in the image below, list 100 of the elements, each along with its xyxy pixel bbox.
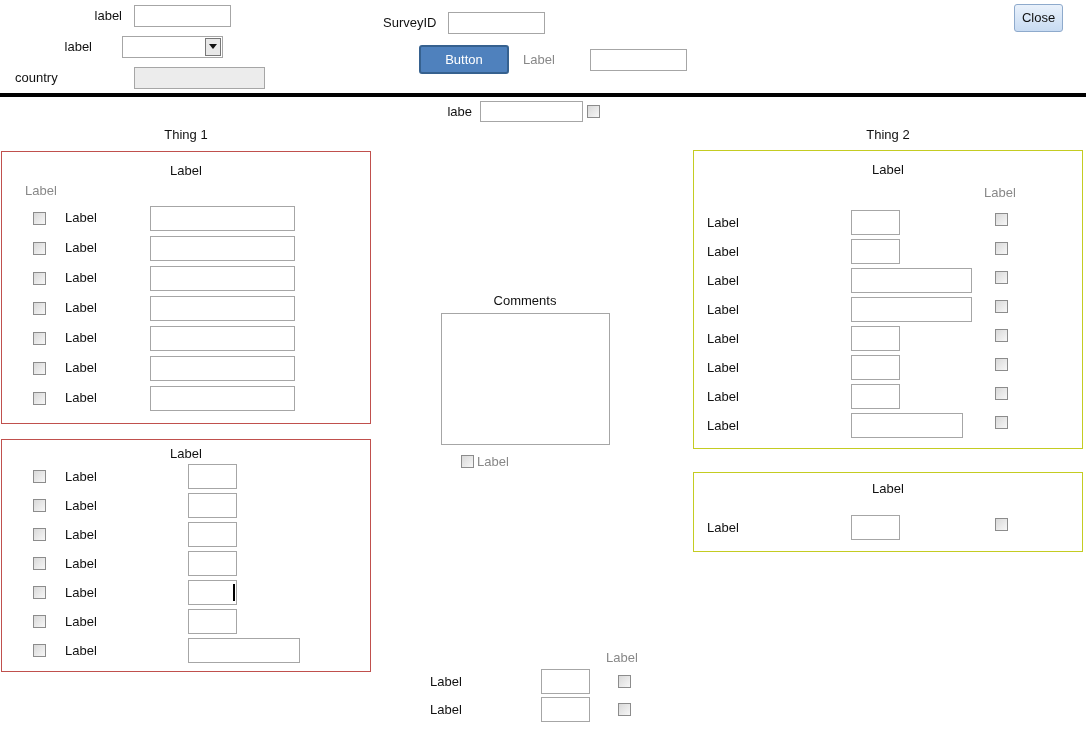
text-field[interactable] (541, 669, 590, 694)
row-label: Label (707, 213, 740, 232)
text-field[interactable] (851, 239, 900, 264)
checkbox[interactable] (33, 615, 46, 628)
row-label: Label (707, 329, 740, 348)
checkbox[interactable] (33, 644, 46, 657)
text-field[interactable] (188, 493, 237, 518)
checkbox[interactable] (995, 387, 1008, 400)
row-label: Label (65, 359, 98, 378)
row-label: Label (65, 554, 98, 573)
checkbox[interactable] (618, 703, 631, 716)
text-field[interactable] (851, 210, 900, 235)
section-title: Thing 2 (865, 126, 911, 143)
checkbox[interactable] (995, 242, 1008, 255)
checkbox[interactable] (618, 675, 631, 688)
text-field[interactable] (480, 101, 583, 122)
text-field[interactable] (188, 522, 237, 547)
checkbox[interactable] (33, 241, 46, 255)
field-label: label (63, 37, 92, 56)
checkbox[interactable] (995, 271, 1008, 284)
text-field[interactable] (188, 638, 300, 663)
text-field[interactable] (188, 464, 237, 489)
text-field[interactable] (851, 413, 963, 438)
checkbox[interactable] (33, 331, 46, 345)
checkbox[interactable] (995, 300, 1008, 313)
column-header: Label (984, 184, 1016, 203)
row-label: Label (430, 672, 463, 691)
column-header: Label (606, 648, 638, 667)
row-label: Label (707, 387, 740, 406)
row-label: Label (65, 496, 98, 515)
row-label: Label (65, 299, 98, 318)
panel-title: Label (872, 161, 904, 178)
checkbox[interactable] (995, 416, 1008, 429)
checkbox[interactable] (33, 499, 46, 512)
checkbox[interactable] (33, 557, 46, 570)
text-field[interactable] (134, 4, 231, 27)
text-field[interactable] (851, 326, 900, 351)
panel-title: Label (170, 162, 202, 179)
checkbox[interactable] (33, 301, 46, 315)
text-field[interactable] (150, 325, 295, 351)
text-field[interactable] (150, 235, 295, 261)
text-field[interactable] (150, 265, 295, 291)
checkbox[interactable] (995, 358, 1008, 371)
text-field[interactable] (851, 268, 972, 293)
row-label: Label (65, 641, 98, 660)
button[interactable]: Button (419, 45, 509, 74)
comments-field[interactable] (441, 313, 610, 445)
text-field[interactable] (150, 205, 295, 231)
checkbox[interactable] (461, 455, 474, 469)
checkbox[interactable] (33, 470, 46, 483)
row-label: Label (65, 269, 98, 288)
field-label: country (14, 68, 59, 87)
text-field[interactable] (188, 551, 237, 576)
checkbox[interactable] (33, 271, 46, 285)
field-label: labe (446, 102, 473, 121)
checkbox[interactable] (33, 391, 46, 405)
text-field[interactable] (150, 295, 295, 321)
checkbox[interactable] (995, 518, 1008, 531)
text-field[interactable] (851, 297, 972, 322)
text-field[interactable] (150, 355, 295, 381)
row-label: Label (65, 583, 98, 602)
row-label: Label (707, 271, 740, 290)
row-label: Label (65, 467, 98, 486)
dropdown-field[interactable] (122, 35, 223, 58)
section-title: Thing 1 (163, 126, 209, 143)
checkbox[interactable] (33, 211, 46, 225)
row-label: Label (707, 416, 740, 435)
row-label: Label (707, 300, 740, 319)
checkbox[interactable] (33, 586, 46, 599)
label-text: Label (523, 50, 556, 69)
row-label: Label (430, 700, 463, 719)
checkbox[interactable] (33, 528, 46, 541)
text-field[interactable] (851, 515, 900, 540)
checkbox[interactable] (587, 105, 600, 118)
row-label: Label (65, 612, 98, 631)
row-label: Label (65, 389, 98, 408)
text-field[interactable] (150, 385, 295, 411)
close-button[interactable]: Close (1014, 4, 1063, 32)
panel-title: Label (170, 445, 202, 462)
row-label: Label (65, 329, 98, 348)
text-field[interactable] (541, 697, 590, 722)
field-label: label (93, 6, 122, 25)
checkbox[interactable] (995, 213, 1008, 226)
row-label: Label (65, 209, 98, 228)
text-cursor (233, 584, 235, 601)
text-field[interactable] (188, 609, 237, 634)
checkbox[interactable] (33, 361, 46, 375)
survey-id-field[interactable] (448, 12, 545, 34)
panel-title: Label (872, 480, 904, 497)
row-label: Label (65, 525, 98, 544)
field-label: SurveyID (383, 14, 438, 33)
row-label: Label (707, 358, 740, 377)
text-field[interactable] (851, 355, 900, 380)
row-label: Label (707, 242, 740, 261)
checkbox[interactable] (995, 329, 1008, 342)
text-field[interactable] (590, 48, 687, 71)
comments-label: Comments (492, 292, 558, 309)
text-field[interactable] (188, 580, 237, 605)
row-label: Label (65, 239, 98, 258)
text-field[interactable] (851, 384, 900, 409)
